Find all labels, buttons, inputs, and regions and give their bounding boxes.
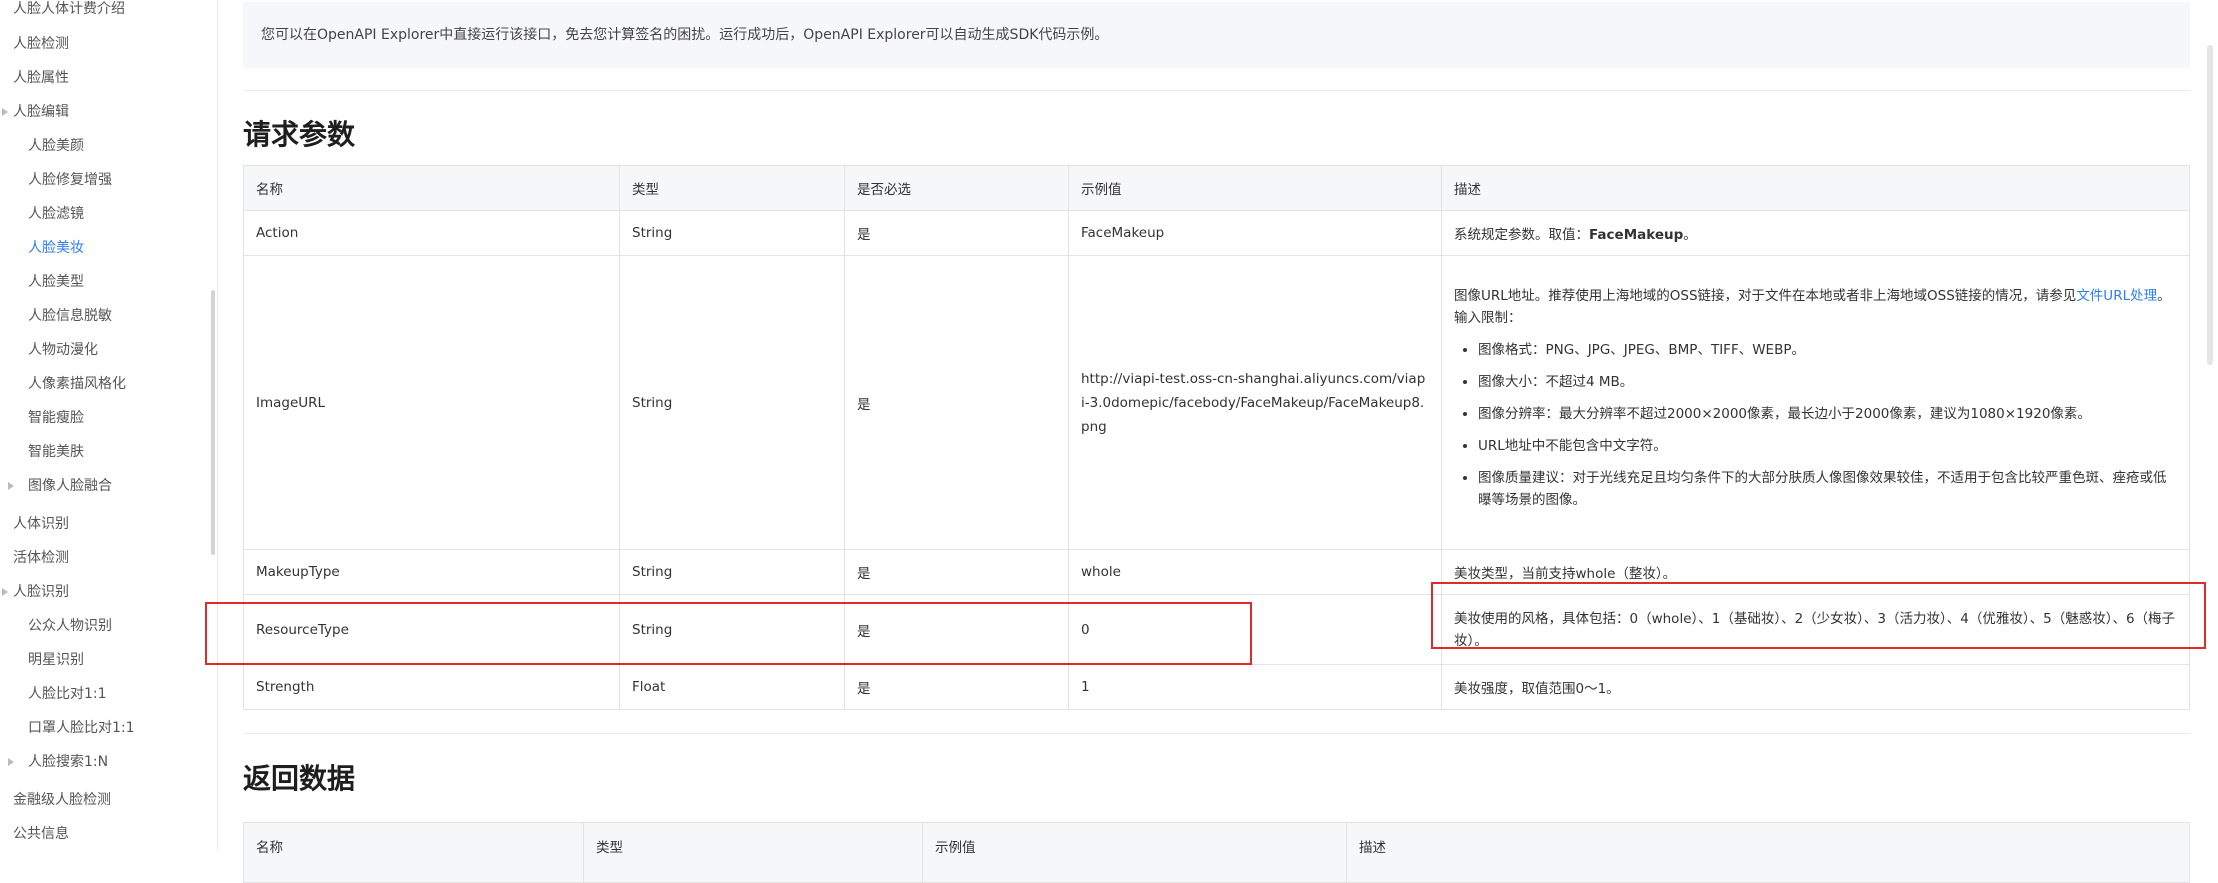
request-params-title: 请求参数 bbox=[243, 118, 356, 151]
param-desc: 系统规定参数。取值：FaceMakeup。 bbox=[1441, 210, 2190, 256]
sidebar-item-billing[interactable]: 人脸人体计费介绍 bbox=[0, 0, 125, 26]
param-example: 0 bbox=[1068, 594, 1442, 665]
table-header-row: 名称 类型 示例值 描述 bbox=[243, 822, 2190, 883]
sidebar-item-mask-compare[interactable]: 口罩人脸比对1:1 bbox=[0, 711, 135, 745]
column-header: 类型 bbox=[583, 822, 923, 883]
sidebar-item-face-merge[interactable]: 图像人脸融合 bbox=[0, 469, 112, 503]
sidebar-item-celebrity[interactable]: 明星识别 bbox=[0, 643, 84, 677]
divider bbox=[243, 733, 2190, 734]
list-item: 图像格式：PNG、JPG、JPEG、BMP、TIFF、WEBP。 bbox=[1478, 339, 2177, 361]
sidebar-item-public-info[interactable]: 公共信息 bbox=[0, 817, 69, 850]
sidebar-nav: 人脸人体计费介绍 人脸检测 人脸属性 人脸编辑 人脸美颜 人脸修复增强 人脸滤镜… bbox=[0, 0, 218, 850]
list-item: 图像大小：不超过4 MB。 bbox=[1478, 371, 2177, 393]
sidebar-item-public-figure[interactable]: 公众人物识别 bbox=[0, 609, 112, 643]
sidebar-item-face-beauty[interactable]: 人脸美颜 bbox=[0, 129, 84, 163]
table-row: Strength Float 是 1 美妆强度，取值范围0～1。 bbox=[243, 664, 2190, 710]
list-item: 图像分辨率：最大分辨率不超过2000×2000像素，最长边小于2000像素，建议… bbox=[1478, 403, 2177, 425]
sidebar-item-face-restore[interactable]: 人脸修复增强 bbox=[0, 163, 112, 197]
param-example: FaceMakeup bbox=[1068, 210, 1442, 256]
param-type: String bbox=[619, 255, 845, 550]
expand-arrow-icon bbox=[8, 482, 14, 490]
column-header: 名称 bbox=[243, 165, 620, 211]
param-desc: 美妆类型，当前支持whole（整妆）。 bbox=[1441, 549, 2190, 595]
request-params-table: 名称 类型 是否必选 示例值 描述 Action String 是 FaceMa… bbox=[243, 165, 2190, 710]
param-required: 是 bbox=[844, 549, 1069, 595]
param-example: http://viapi-test.oss-cn-shanghai.aliyun… bbox=[1068, 255, 1442, 550]
sidebar-item-liveness[interactable]: 活体检测 bbox=[0, 541, 69, 575]
table-row: ImageURL String 是 http://viapi-test.oss-… bbox=[243, 255, 2190, 550]
column-header: 描述 bbox=[1441, 165, 2190, 211]
sidebar-item-slim-face[interactable]: 智能瘦脸 bbox=[0, 401, 84, 435]
sidebar-item-face-filter[interactable]: 人脸滤镜 bbox=[0, 197, 84, 231]
sidebar-item-finance-detect[interactable]: 金融级人脸检测 bbox=[0, 783, 111, 817]
param-desc: 图像URL地址。推荐使用上海地域的OSS链接，对于文件在本地或者非上海地域OSS… bbox=[1441, 255, 2190, 550]
table-row: ResourceType String 是 0 美妆使用的风格，具体包括：0（w… bbox=[243, 594, 2190, 665]
column-header: 示例值 bbox=[1068, 165, 1442, 211]
param-name: ResourceType bbox=[243, 594, 620, 665]
column-header: 示例值 bbox=[922, 822, 1347, 883]
sidebar-item-face-attr[interactable]: 人脸属性 bbox=[0, 61, 69, 95]
param-example: whole bbox=[1068, 549, 1442, 595]
param-name: ImageURL bbox=[243, 255, 620, 550]
list-item: 图像质量建议：对于光线充足且均匀条件下的大部分肤质人像图像效果较佳，不适用于包含… bbox=[1478, 467, 2177, 511]
param-required: 是 bbox=[844, 255, 1069, 550]
param-name: MakeupType bbox=[243, 549, 620, 595]
column-header: 类型 bbox=[619, 165, 845, 211]
param-type: String bbox=[619, 210, 845, 256]
divider bbox=[243, 90, 2190, 91]
sidebar-item-body[interactable]: 人体识别 bbox=[0, 507, 69, 541]
param-type: String bbox=[619, 594, 845, 665]
main-scrollbar[interactable] bbox=[2207, 45, 2213, 365]
param-type: Float bbox=[619, 664, 845, 710]
sidebar-item-compare[interactable]: 人脸比对1:1 bbox=[0, 677, 107, 711]
param-example: 1 bbox=[1068, 664, 1442, 710]
sidebar-item-face-detect[interactable]: 人脸检测 bbox=[0, 27, 69, 61]
param-desc: 美妆强度，取值范围0～1。 bbox=[1441, 664, 2190, 710]
expand-arrow-icon bbox=[2, 588, 8, 596]
table-row: MakeupType String 是 whole 美妆类型，当前支持whole… bbox=[243, 549, 2190, 595]
param-desc: 美妆使用的风格，具体包括：0（whole）、1（基础妆）、2（少女妆）、3（活力… bbox=[1441, 594, 2190, 665]
limit-list: 图像格式：PNG、JPG、JPEG、BMP、TIFF、WEBP。 图像大小：不超… bbox=[1454, 339, 2177, 511]
list-item: URL地址中不能包含中文字符。 bbox=[1478, 435, 2177, 457]
sidebar-item-face-makeup[interactable]: 人脸美妆 bbox=[0, 231, 84, 265]
param-name: Action bbox=[243, 210, 620, 256]
param-required: 是 bbox=[844, 664, 1069, 710]
openapi-notice: 您可以在OpenAPI Explorer中直接运行该接口，免去您计算签名的困扰。… bbox=[243, 2, 2190, 68]
column-header: 描述 bbox=[1346, 822, 2190, 883]
sidebar-item-face-edit[interactable]: 人脸编辑 bbox=[0, 95, 69, 129]
sidebar-item-face-shape[interactable]: 人脸美型 bbox=[0, 265, 84, 299]
param-type: String bbox=[619, 549, 845, 595]
column-header: 名称 bbox=[243, 822, 584, 883]
param-required: 是 bbox=[844, 594, 1069, 665]
param-required: 是 bbox=[844, 210, 1069, 256]
table-row: Action String 是 FaceMakeup 系统规定参数。取值：Fac… bbox=[243, 210, 2190, 256]
expand-arrow-icon bbox=[8, 758, 14, 766]
file-url-link[interactable]: 文件URL处理 bbox=[2076, 288, 2157, 304]
response-data-table: 名称 类型 示例值 描述 bbox=[243, 822, 2190, 883]
sidebar-item-face-desensitize[interactable]: 人脸信息脱敏 bbox=[0, 299, 112, 333]
sidebar-item-sketch[interactable]: 人像素描风格化 bbox=[0, 367, 126, 401]
expand-arrow-icon bbox=[2, 108, 8, 116]
sidebar-item-face-recog[interactable]: 人脸识别 bbox=[0, 575, 69, 609]
param-name: Strength bbox=[243, 664, 620, 710]
sidebar-item-face-search[interactable]: 人脸搜索1:N bbox=[0, 745, 108, 779]
sidebar-scrollbar[interactable] bbox=[211, 290, 215, 555]
sidebar-item-anime[interactable]: 人物动漫化 bbox=[0, 333, 98, 367]
column-header: 是否必选 bbox=[844, 165, 1069, 211]
sidebar-item-skin[interactable]: 智能美肤 bbox=[0, 435, 84, 469]
table-header-row: 名称 类型 是否必选 示例值 描述 bbox=[243, 165, 2190, 211]
response-data-title: 返回数据 bbox=[243, 762, 356, 795]
